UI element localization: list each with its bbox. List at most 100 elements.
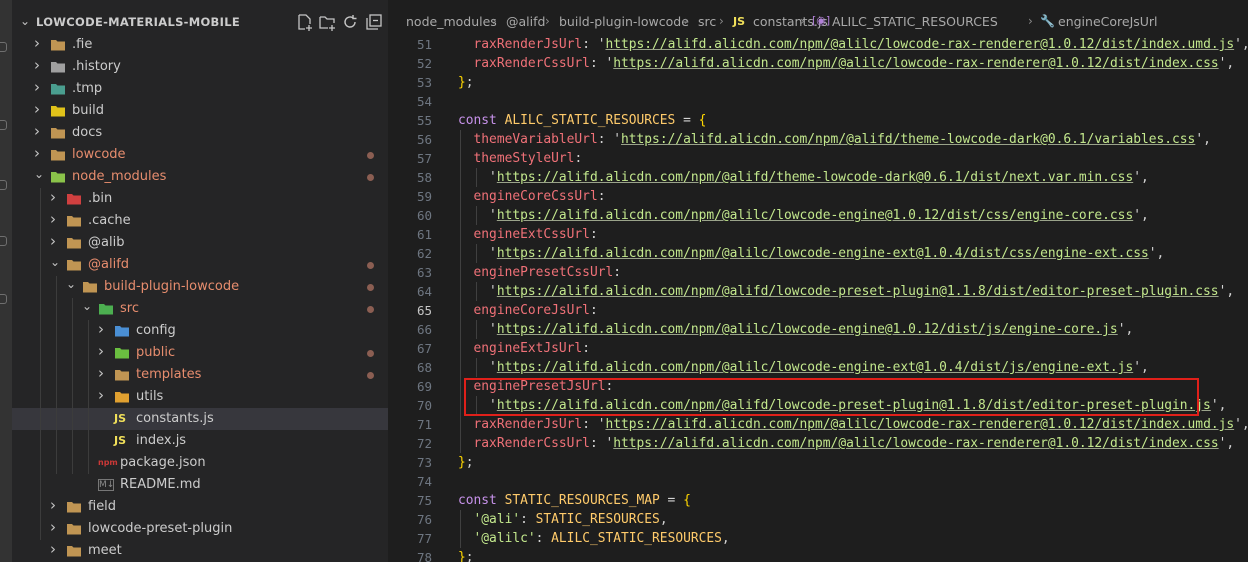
- tree-file-package-json[interactable]: npm package.json: [12, 452, 388, 474]
- tree-folder-templates[interactable]: › templates: [12, 364, 388, 386]
- refresh-icon[interactable]: [340, 12, 360, 32]
- code-line[interactable]: 72 raxRenderCssUrl: 'https://alifd.alicd…: [388, 434, 1248, 453]
- chevron-right-icon[interactable]: ›: [50, 498, 60, 513]
- tree-file-index-js[interactable]: JS index.js: [12, 430, 388, 452]
- chevron-right-icon[interactable]: ›: [98, 322, 108, 337]
- chevron-right-icon[interactable]: ›: [34, 58, 44, 73]
- breadcrumb-item[interactable]: build-plugin-lowcode: [559, 14, 689, 29]
- tree-folder-bin[interactable]: › .bin: [12, 188, 388, 210]
- tree-folder-utils[interactable]: › utils: [12, 386, 388, 408]
- code-url-link[interactable]: https://alifd.alicdn.com/npm/@alifd/them…: [497, 170, 1133, 185]
- tree-folder-meet[interactable]: › meet: [12, 540, 388, 562]
- tree-folder-src[interactable]: ⌄ src: [12, 298, 388, 320]
- chevron-down-icon[interactable]: ⌄: [20, 14, 30, 28]
- code-line[interactable]: 70 'https://alifd.alicdn.com/npm/@alifd/…: [388, 396, 1248, 415]
- code-line[interactable]: 53};: [388, 73, 1248, 92]
- tree-folder-alib[interactable]: › @alib: [12, 232, 388, 254]
- tree-folder-cache[interactable]: › .cache: [12, 210, 388, 232]
- tree-folder-tmp[interactable]: › .tmp: [12, 78, 388, 100]
- tree-folder-history[interactable]: › .history: [12, 56, 388, 78]
- tree-folder-public[interactable]: › public: [12, 342, 388, 364]
- chevron-right-icon[interactable]: ›: [34, 36, 44, 51]
- activity-extensions-icon[interactable]: [0, 294, 7, 304]
- code-line[interactable]: 54: [388, 92, 1248, 111]
- new-file-icon[interactable]: [294, 12, 314, 32]
- tree-folder-fie[interactable]: › .fie: [12, 34, 388, 56]
- chevron-right-icon[interactable]: ›: [50, 234, 60, 249]
- chevron-right-icon[interactable]: ›: [50, 520, 60, 535]
- code-line[interactable]: 52 raxRenderCssUrl: 'https://alifd.alicd…: [388, 54, 1248, 73]
- code-line[interactable]: 60 'https://alifd.alicdn.com/npm/@alilc/…: [388, 206, 1248, 225]
- code-line[interactable]: 66 'https://alifd.alicdn.com/npm/@alilc/…: [388, 320, 1248, 339]
- activity-explorer-icon[interactable]: [0, 42, 7, 52]
- code-url-link[interactable]: https://alifd.alicdn.com/npm/@alifd/lowc…: [497, 398, 1211, 413]
- chevron-right-icon[interactable]: ›: [98, 344, 108, 359]
- code-url-link[interactable]: https://alifd.alicdn.com/npm/@alilc/lowc…: [613, 436, 1218, 451]
- code-line[interactable]: 73};: [388, 453, 1248, 472]
- chevron-down-icon[interactable]: ⌄: [66, 277, 76, 291]
- code-line[interactable]: 74: [388, 472, 1248, 491]
- workspace-title[interactable]: LOWCODE-MATERIALS-MOBILE: [36, 15, 240, 29]
- chevron-right-icon[interactable]: ›: [34, 80, 44, 95]
- activity-search-icon[interactable]: [0, 120, 7, 130]
- breadcrumb-item[interactable]: node_modules: [406, 14, 497, 29]
- collapse-all-icon[interactable]: [364, 12, 384, 32]
- code-line[interactable]: 61 engineExtCssUrl:: [388, 225, 1248, 244]
- code-line[interactable]: 76 '@ali': STATIC_RESOURCES,: [388, 510, 1248, 529]
- code-line[interactable]: 78};: [388, 548, 1248, 562]
- code-line[interactable]: 77 '@alilc': ALILC_STATIC_RESOURCES,: [388, 529, 1248, 548]
- breadcrumb-item[interactable]: engineCoreJsUrl: [1058, 14, 1158, 29]
- chevron-right-icon[interactable]: ›: [98, 366, 108, 381]
- code-line[interactable]: 68 'https://alifd.alicdn.com/npm/@alilc/…: [388, 358, 1248, 377]
- code-line[interactable]: 62 'https://alifd.alicdn.com/npm/@alilc/…: [388, 244, 1248, 263]
- breadcrumb-item[interactable]: src: [698, 14, 716, 29]
- breadcrumb-item[interactable]: @alifd: [506, 14, 545, 29]
- code-line[interactable]: 64 'https://alifd.alicdn.com/npm/@alifd/…: [388, 282, 1248, 301]
- chevron-right-icon[interactable]: ›: [50, 212, 60, 227]
- code-line[interactable]: 67 engineExtJsUrl:: [388, 339, 1248, 358]
- new-folder-icon[interactable]: [317, 12, 337, 32]
- tree-folder-node-modules[interactable]: ⌄ node_modules: [12, 166, 388, 188]
- code-line[interactable]: 51 raxRenderJsUrl: 'https://alifd.alicdn…: [388, 35, 1248, 54]
- code-url-link[interactable]: https://alifd.alicdn.com/npm/@alilc/lowc…: [605, 417, 1234, 432]
- tree-folder-config[interactable]: › config: [12, 320, 388, 342]
- chevron-down-icon[interactable]: ⌄: [34, 167, 44, 181]
- chevron-right-icon[interactable]: ›: [50, 542, 60, 557]
- tree-folder-docs[interactable]: › docs: [12, 122, 388, 144]
- code-line[interactable]: 59 engineCoreCssUrl:: [388, 187, 1248, 206]
- code-url-link[interactable]: https://alifd.alicdn.com/npm/@alifd/them…: [621, 132, 1195, 147]
- chevron-right-icon[interactable]: ›: [98, 388, 108, 403]
- tree-folder-lowcode[interactable]: › lowcode: [12, 144, 388, 166]
- code-line[interactable]: 75 const STATIC_RESOURCES_MAP = {: [388, 491, 1248, 510]
- code-url-link[interactable]: https://alifd.alicdn.com/npm/@alilc/lowc…: [613, 56, 1218, 71]
- code-line[interactable]: 69 enginePresetJsUrl:: [388, 377, 1248, 396]
- tree-folder-build-plugin-lowcode[interactable]: ⌄ build-plugin-lowcode: [12, 276, 388, 298]
- chevron-right-icon[interactable]: ›: [34, 146, 44, 161]
- code-url-link[interactable]: https://alifd.alicdn.com/npm/@alifd/lowc…: [497, 284, 1219, 299]
- activity-source-control-icon[interactable]: [0, 180, 7, 190]
- tree-folder-alifd[interactable]: ⌄ @alifd: [12, 254, 388, 276]
- code-line[interactable]: 65 engineCoreJsUrl:: [388, 301, 1248, 320]
- code-line[interactable]: 71 raxRenderJsUrl: 'https://alifd.alicdn…: [388, 415, 1248, 434]
- activity-debug-icon[interactable]: [0, 236, 7, 246]
- code-line[interactable]: 58 'https://alifd.alicdn.com/npm/@alifd/…: [388, 168, 1248, 187]
- code-url-link[interactable]: https://alifd.alicdn.com/npm/@alilc/lowc…: [497, 322, 1118, 337]
- code-line[interactable]: 56 themeVariableUrl: 'https://alifd.alic…: [388, 130, 1248, 149]
- breadcrumb-item[interactable]: ALILC_STATIC_RESOURCES: [832, 14, 998, 29]
- chevron-right-icon[interactable]: ›: [50, 190, 60, 205]
- code-url-link[interactable]: https://alifd.alicdn.com/npm/@alilc/lowc…: [497, 246, 1149, 261]
- chevron-down-icon[interactable]: ⌄: [50, 255, 60, 269]
- chevron-down-icon[interactable]: ⌄: [82, 299, 92, 313]
- tree-file-constants-js[interactable]: JS constants.js: [12, 408, 388, 430]
- chevron-right-icon[interactable]: ›: [34, 102, 44, 117]
- chevron-right-icon[interactable]: ›: [34, 124, 44, 139]
- tree-file-readme-md[interactable]: M↓ README.md: [12, 474, 388, 496]
- tree-folder-build[interactable]: › build: [12, 100, 388, 122]
- code-line[interactable]: 63 enginePresetCssUrl:: [388, 263, 1248, 282]
- code-url-link[interactable]: https://alifd.alicdn.com/npm/@alilc/lowc…: [497, 208, 1133, 223]
- code-line[interactable]: 55 const ALILC_STATIC_RESOURCES = {: [388, 111, 1248, 130]
- tree-folder-lowcode-preset-plugin[interactable]: › lowcode-preset-plugin: [12, 518, 388, 540]
- code-url-link[interactable]: https://alifd.alicdn.com/npm/@alilc/lowc…: [605, 37, 1234, 52]
- code-line[interactable]: 57 themeStyleUrl:: [388, 149, 1248, 168]
- code-url-link[interactable]: https://alifd.alicdn.com/npm/@alilc/lowc…: [497, 360, 1133, 375]
